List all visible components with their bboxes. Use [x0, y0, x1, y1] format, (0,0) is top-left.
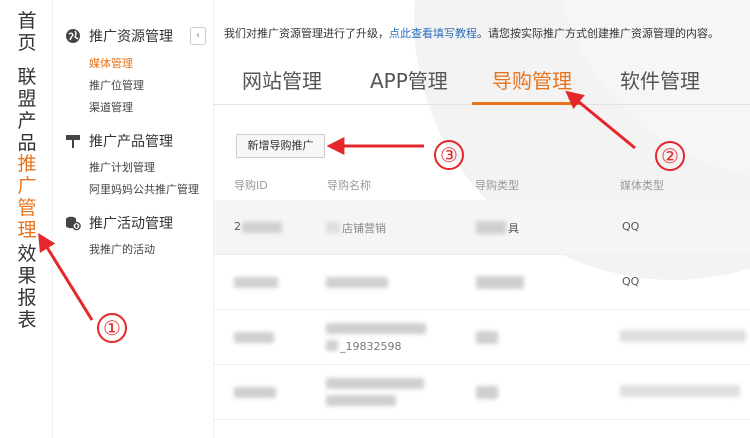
sidebar-group-products[interactable]: 推广产品管理: [65, 131, 173, 151]
cell-media-type: QQ: [622, 220, 640, 233]
sidebar-group-title: 推广活动管理: [89, 216, 173, 232]
globe-icon: [65, 28, 81, 44]
column-header-name[interactable]: 导购名称: [327, 177, 371, 193]
sidebar-group-activities[interactable]: 推广活动管理: [65, 213, 173, 233]
redacted-value: [326, 222, 340, 233]
sidebar-item-my-activities[interactable]: 我推广的活动: [89, 241, 155, 257]
tab-software-management[interactable]: 软件管理: [620, 65, 700, 94]
redacted-value: [234, 277, 278, 288]
cell-id: 2: [234, 220, 241, 233]
main-content: 我们对推广资源管理进行了升级，点此查看填写教程。请您按实际推广方式创建推广资源管…: [214, 0, 750, 438]
cell-type: 具: [508, 222, 519, 235]
sidebar-collapse-button[interactable]: ‹: [190, 27, 206, 45]
annotation-marker-1: ①: [97, 313, 127, 343]
table-row[interactable]: QQ: [214, 255, 750, 310]
nav-item-union-products[interactable]: 联盟产品: [16, 66, 38, 154]
upgrade-notice: 我们对推广资源管理进行了升级，点此查看填写教程。请您按实际推广方式创建推广资源管…: [224, 25, 719, 41]
table-row[interactable]: [214, 365, 750, 420]
table-header: 导购ID 导购名称 导购类型 媒体类型: [214, 170, 750, 198]
sidebar: 推广资源管理 媒体管理 推广位管理 渠道管理 推广产品管理 推广计划管理 阿里妈…: [53, 0, 213, 438]
redacted-value: [234, 332, 274, 343]
nav-item-home[interactable]: 首页: [16, 10, 38, 54]
primary-nav: 首页 联盟产品 推广管理 效果报表: [0, 0, 52, 438]
table-row[interactable]: _19832598: [214, 310, 750, 365]
redacted-value: [326, 340, 338, 351]
sidebar-item-channels[interactable]: 渠道管理: [89, 99, 133, 115]
sidebar-group-resources[interactable]: 推广资源管理: [65, 26, 173, 46]
redacted-value: [620, 385, 740, 397]
tutorial-link[interactable]: 点此查看填写教程: [389, 27, 477, 40]
cell-name: 店铺营销: [342, 222, 386, 235]
notice-text: 。请您按实际推广方式创建推广资源管理的内容。: [477, 27, 719, 40]
redacted-value: [620, 330, 746, 342]
cell-media-type: QQ: [622, 275, 640, 288]
redacted-value: [476, 386, 498, 399]
sidebar-group-title: 推广资源管理: [89, 29, 173, 45]
redacted-value: [476, 331, 498, 344]
tab-website-management[interactable]: 网站管理: [242, 65, 322, 94]
table-row[interactable]: 2 店铺营销 具 QQ: [214, 200, 750, 255]
sidebar-item-media[interactable]: 媒体管理: [89, 55, 133, 71]
coins-icon: [65, 215, 81, 231]
cell-name: _19832598: [340, 340, 402, 353]
tab-app-management[interactable]: APP管理: [370, 65, 448, 94]
sidebar-item-adzones[interactable]: 推广位管理: [89, 77, 144, 93]
active-tab-indicator: [472, 102, 582, 105]
add-shopping-guide-button[interactable]: 新增导购推广: [236, 134, 325, 158]
column-header-type[interactable]: 导购类型: [475, 177, 519, 193]
redacted-value: [476, 221, 506, 234]
redacted-value: [326, 395, 396, 406]
tab-shopping-guide-management[interactable]: 导购管理: [492, 65, 572, 94]
redacted-value: [326, 277, 388, 288]
sidebar-item-public-promotion[interactable]: 阿里妈妈公共推广管理: [89, 181, 199, 197]
resource-tabs: 网站管理 APP管理 导购管理 软件管理: [214, 55, 750, 105]
notice-text: 我们对推广资源管理进行了升级，: [224, 27, 389, 40]
nav-item-promotion-management[interactable]: 推广管理: [16, 153, 38, 241]
redacted-value: [326, 378, 424, 389]
column-header-media-type[interactable]: 媒体类型: [620, 177, 664, 193]
redacted-value: [242, 222, 282, 233]
redacted-value: [326, 323, 426, 334]
column-header-id[interactable]: 导购ID: [234, 177, 268, 193]
annotation-marker-2: ②: [655, 141, 685, 171]
redacted-value: [476, 276, 524, 289]
redacted-value: [234, 387, 276, 398]
annotation-marker-3: ③: [434, 140, 464, 170]
sidebar-item-plans[interactable]: 推广计划管理: [89, 159, 155, 175]
sidebar-group-title: 推广产品管理: [89, 134, 173, 150]
nav-item-reports[interactable]: 效果报表: [16, 243, 38, 331]
signpost-icon: [65, 133, 81, 149]
